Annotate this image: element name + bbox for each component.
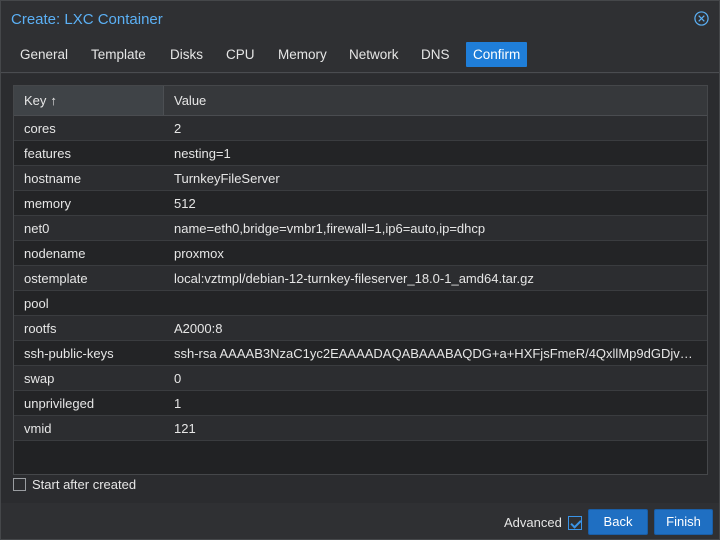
row-key: features [24, 146, 71, 161]
row-key: pool [24, 296, 49, 311]
create-lxc-dialog: Create: LXC Container General Template D… [0, 0, 720, 540]
row-key: hostname [24, 171, 82, 186]
start-after-created-label: Start after created [32, 476, 137, 492]
table-row[interactable]: hostname TurnkeyFileServer [14, 166, 707, 191]
advanced-toggle[interactable]: Advanced [504, 515, 582, 530]
grid-header: Key ↑ Value [14, 86, 707, 116]
row-key: net0 [24, 221, 50, 236]
row-key: ostemplate [24, 271, 88, 286]
row-value: A2000:8 [174, 321, 223, 336]
dialog-title: Create: LXC Container [11, 11, 163, 28]
close-icon[interactable] [694, 11, 709, 26]
summary-grid: Key ↑ Value cores 2 features nesting=1 host… [13, 85, 708, 475]
start-after-created-checkbox[interactable] [13, 477, 26, 491]
tab-template[interactable]: Template [84, 42, 153, 67]
row-value: 2 [174, 121, 182, 136]
table-row[interactable]: swap 0 [14, 366, 707, 391]
key-header-label: Key [24, 93, 47, 108]
table-row[interactable]: memory 512 [14, 191, 707, 216]
row-value: nesting=1 [174, 146, 231, 161]
grid-rows: cores 2 features nesting=1 hostname Turnkey… [14, 116, 707, 441]
table-row[interactable]: rootfs A2000:8 [14, 316, 707, 341]
row-value: 121 [174, 421, 196, 436]
tab-confirm[interactable]: Confirm [466, 42, 528, 67]
table-row[interactable]: vmid 121 [14, 416, 707, 441]
key-column-header[interactable]: Key ↑ [14, 86, 164, 115]
confirm-panel: Key ↑ Value cores 2 features nesting=1 host… [1, 74, 719, 503]
row-key: rootfs [24, 321, 57, 336]
value-column-header[interactable]: Value [165, 86, 206, 115]
finish-button[interactable]: Finish [654, 509, 713, 535]
table-row[interactable]: pool [14, 291, 707, 316]
row-value: 0 [174, 371, 182, 386]
row-key: ssh-public-keys [24, 346, 114, 361]
advanced-label: Advanced [504, 515, 562, 530]
row-key: swap [24, 371, 55, 386]
row-value: 512 [174, 196, 196, 211]
table-row[interactable]: unprivileged 1 [14, 391, 707, 416]
tab-dns[interactable]: DNS [414, 42, 457, 67]
row-value: 1 [174, 396, 182, 411]
table-row[interactable]: net0 name=eth0,bridge=vmbr1,firewall=1,ip… [14, 216, 707, 241]
advanced-checkbox[interactable] [567, 515, 582, 530]
row-value: ssh-rsa AAAAB3NzaC1yc2EAAAADAQABAAABAQDG… [174, 346, 693, 361]
wizard-tabs: General Template Disks CPU Memory Networ… [1, 39, 719, 73]
sort-ascending-icon: ↑ [50, 93, 57, 108]
row-value: TurnkeyFileServer [174, 171, 280, 186]
row-key: nodename [24, 246, 86, 261]
tab-network[interactable]: Network [342, 42, 406, 67]
start-after-created-option[interactable]: Start after created [13, 475, 136, 493]
title-bar: Create: LXC Container [1, 1, 719, 37]
tab-general[interactable]: General [13, 42, 75, 67]
tab-cpu[interactable]: CPU [219, 42, 262, 67]
tab-memory[interactable]: Memory [271, 42, 334, 67]
table-row[interactable]: ostemplate local:vztmpl/debian-12-turnkey… [14, 266, 707, 291]
row-value: proxmox [174, 246, 224, 261]
row-key: memory [24, 196, 71, 211]
table-row[interactable]: ssh-public-keys ssh-rsa AAAAB3NzaC1yc2EAA… [14, 341, 707, 366]
row-key: unprivileged [24, 396, 95, 411]
row-value: local:vztmpl/debian-12-turnkey-fileserve… [174, 271, 534, 286]
row-value: name=eth0,bridge=vmbr1,firewall=1,ip6=au… [174, 221, 486, 236]
table-row[interactable]: features nesting=1 [14, 141, 707, 166]
back-button[interactable]: Back [588, 509, 648, 535]
tab-disks[interactable]: Disks [163, 42, 210, 67]
dialog-footer: Advanced Back Finish [1, 503, 719, 539]
row-key: vmid [24, 421, 52, 436]
table-row[interactable]: nodename proxmox [14, 241, 707, 266]
row-key: cores [24, 121, 56, 136]
table-row[interactable]: cores 2 [14, 116, 707, 141]
